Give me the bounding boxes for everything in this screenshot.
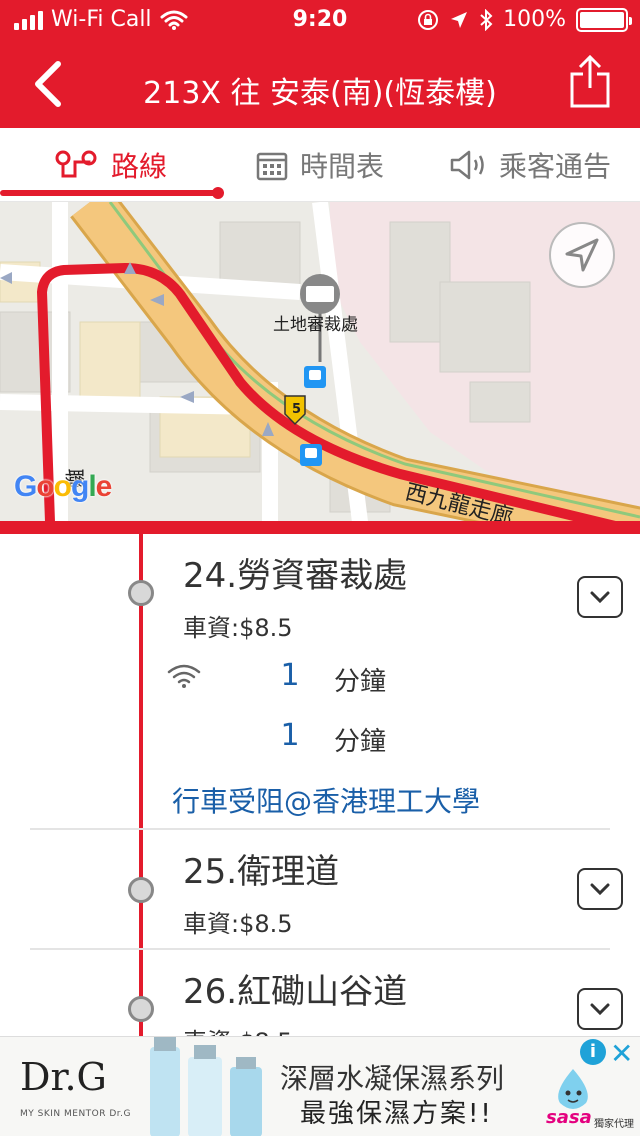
route-icon bbox=[55, 150, 97, 178]
highway-shield-number: 5 bbox=[292, 402, 302, 417]
ad-tagline: 最強保濕方案!! bbox=[300, 1099, 493, 1129]
tab-route-label: 路線 bbox=[110, 150, 167, 183]
route-map[interactable]: 土地審裁處 5 西九龍走廊 聯 Google bbox=[0, 202, 640, 522]
bluetooth-icon bbox=[480, 8, 493, 31]
chevron-down-icon bbox=[590, 883, 610, 896]
expand-button[interactable] bbox=[577, 988, 623, 1030]
battery-percent: 100% bbox=[503, 7, 566, 32]
tab-timetable-label: 時間表 bbox=[299, 150, 384, 183]
chevron-down-icon bbox=[590, 1003, 610, 1016]
ad-info-icon[interactable]: i bbox=[580, 1039, 606, 1065]
speaker-icon bbox=[450, 150, 484, 180]
ad-brand-subtitle: MY SKIN MENTOR Dr.G bbox=[20, 1109, 132, 1119]
location-arrow-icon bbox=[451, 11, 468, 28]
active-tab-indicator bbox=[0, 187, 224, 199]
divider bbox=[30, 948, 610, 950]
expand-button[interactable] bbox=[577, 576, 623, 618]
eta-minutes: 1 bbox=[280, 658, 300, 693]
divider bbox=[30, 828, 610, 830]
stop-marker bbox=[128, 996, 154, 1022]
chevron-down-icon bbox=[590, 591, 610, 604]
navigation-arrow-icon bbox=[565, 238, 599, 272]
compass-button[interactable] bbox=[549, 222, 615, 288]
route-line bbox=[139, 534, 143, 1036]
ad-retailer-logo: sasa bbox=[546, 1107, 592, 1128]
map-divider bbox=[0, 521, 640, 534]
stop-list[interactable]: 24.勞資審裁處 車資:$8.5 1 分鐘 1 分鐘 行車受阻@香港理工大學 2… bbox=[0, 534, 640, 1036]
ad-brand: Dr.G bbox=[20, 1055, 107, 1099]
ad-agent-label: 獨家代理 bbox=[594, 1119, 634, 1130]
chevron-left-icon[interactable] bbox=[26, 58, 74, 110]
ad-headline: 深層水凝保濕系列 bbox=[280, 1062, 505, 1095]
eta-unit: 分鐘 bbox=[334, 727, 387, 757]
ad-banner[interactable]: Dr.G MY SKIN MENTOR Dr.G 深層水凝保濕系列 最強保濕方案… bbox=[0, 1036, 640, 1136]
tab-notices-label: 乘客通告 bbox=[498, 150, 611, 183]
share-icon[interactable] bbox=[568, 54, 612, 110]
navigation-bar: 213X 往 安泰(南)(恆泰樓) bbox=[0, 40, 640, 128]
calendar-icon bbox=[256, 152, 288, 181]
service-remark: 行車受阻@香港理工大學 bbox=[172, 785, 481, 818]
rotation-lock-icon bbox=[418, 9, 439, 30]
product-bottles-image bbox=[150, 1037, 262, 1136]
eta-row: 1 分鐘 bbox=[0, 658, 640, 698]
stop-name: 26.紅磡山谷道 bbox=[183, 972, 408, 1012]
google-logo: Google bbox=[14, 470, 112, 503]
stop-name: 25.衛理道 bbox=[183, 852, 340, 892]
stop-name: 24.勞資審裁處 bbox=[183, 556, 408, 596]
status-bar: Wi-Fi Call 9:20 100% bbox=[0, 0, 640, 40]
eta-minutes: 1 bbox=[280, 718, 300, 753]
eta-row: 1 分鐘 bbox=[0, 718, 640, 758]
map-stop-label: 土地審裁處 bbox=[273, 315, 358, 335]
page-title: 213X 往 安泰(南)(恆泰樓) bbox=[143, 76, 497, 111]
tab-timetable[interactable]: 時間表 bbox=[220, 128, 420, 202]
tab-notices[interactable]: 乘客通告 bbox=[420, 128, 640, 202]
stop-fare: 車資:$8.5 bbox=[183, 1022, 293, 1036]
realtime-signal-icon bbox=[167, 664, 201, 688]
expand-button[interactable] bbox=[577, 868, 623, 910]
mascot-icon bbox=[558, 1069, 588, 1109]
stop-fare: 車資:$8.5 bbox=[183, 614, 293, 642]
app-header: Wi-Fi Call 9:20 100% 213X 往 安泰(南)(恆泰樓) bbox=[0, 0, 640, 128]
stop-marker bbox=[128, 877, 154, 903]
tab-bar: 路線 時間表 乘客通告 bbox=[0, 128, 640, 202]
stop-marker bbox=[128, 580, 154, 606]
stop-fare: 車資:$8.5 bbox=[183, 910, 293, 938]
eta-unit: 分鐘 bbox=[334, 667, 387, 697]
ad-close-icon[interactable]: ✕ bbox=[610, 1037, 633, 1070]
battery-icon bbox=[576, 7, 632, 32]
